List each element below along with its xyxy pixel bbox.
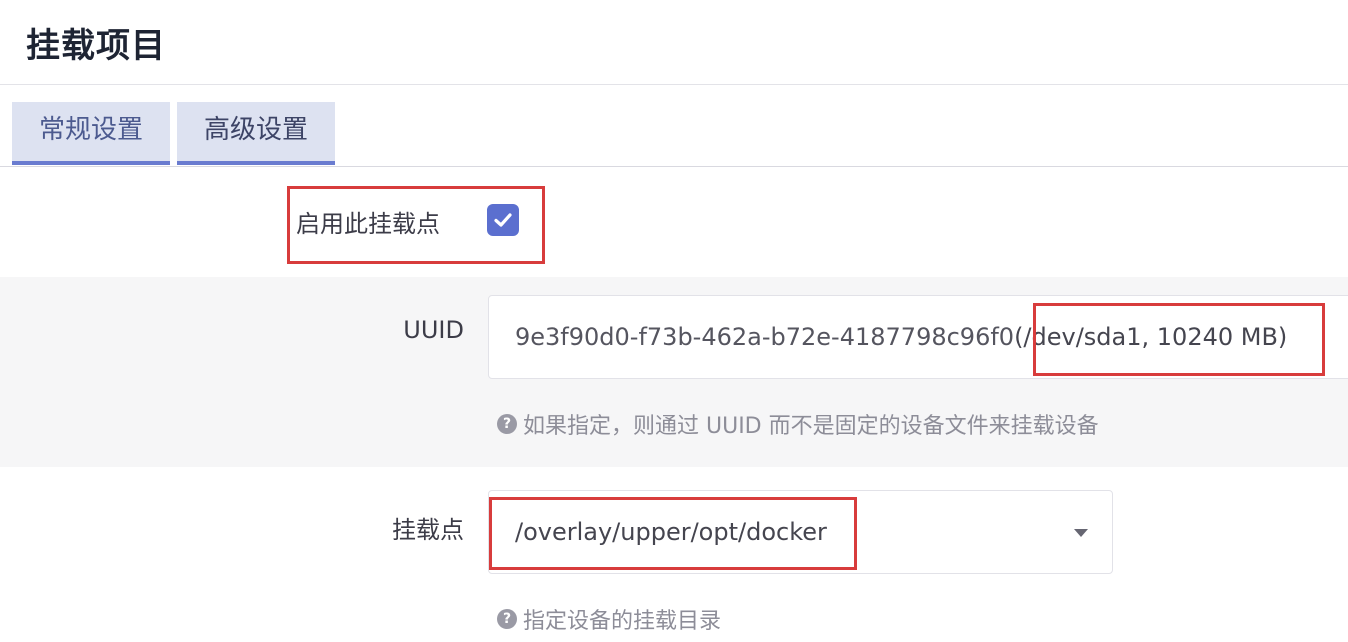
divider: [0, 84, 1348, 85]
chevron-down-icon[interactable]: [1074, 529, 1088, 537]
mount-settings-page: 挂载项目 常规设置 高级设置 启用此挂载点 UUID 9e3f90d0-f73b…: [0, 0, 1348, 642]
question-circle-icon: ?: [497, 414, 517, 434]
highlight-box: [1033, 303, 1325, 376]
question-circle-icon: ?: [497, 609, 517, 629]
mount-point-hint: ? 指定设备的挂载目录: [497, 603, 721, 635]
tab-advanced-settings[interactable]: 高级设置: [177, 102, 335, 165]
uuid-value: 9e3f90d0-f73b-462a-b72e-4187798c96f0: [515, 323, 1015, 351]
mount-point-hint-text: 指定设备的挂载目录: [523, 609, 722, 634]
divider: [0, 166, 1348, 167]
uuid-hint-text: 如果指定，则通过 UUID 而不是固定的设备文件来挂载设备: [523, 414, 1099, 439]
highlight-box: [489, 497, 857, 570]
page-title: 挂载项目: [26, 26, 166, 66]
highlight-box: [287, 186, 545, 264]
tab-general-settings[interactable]: 常规设置: [12, 102, 170, 165]
uuid-label: UUID: [403, 316, 464, 344]
uuid-hint: ? 如果指定，则通过 UUID 而不是固定的设备文件来挂载设备: [497, 408, 1099, 440]
mount-point-label: 挂载点: [392, 516, 464, 544]
